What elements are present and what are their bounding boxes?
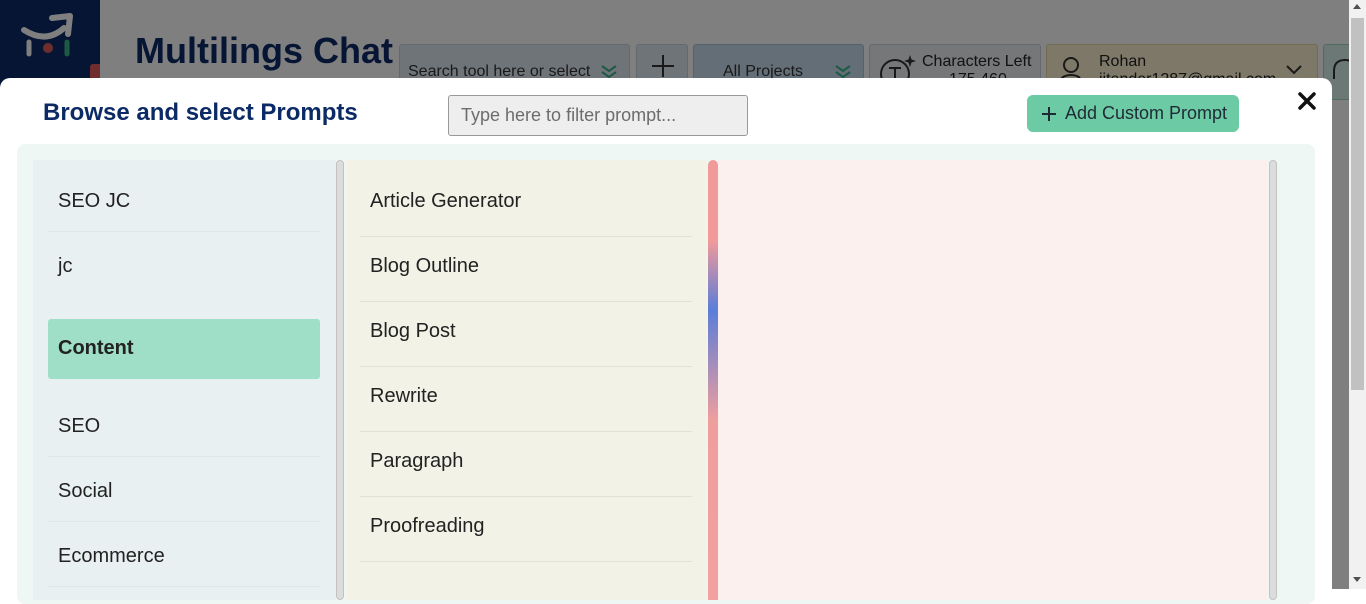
prompt-item[interactable]: Blog Post bbox=[360, 302, 692, 367]
category-scrollbar[interactable] bbox=[336, 160, 344, 600]
prompt-label: Blog Outline bbox=[370, 255, 479, 277]
modal-title: Browse and select Prompts bbox=[43, 99, 358, 126]
add-custom-prompt-label: Add Custom Prompt bbox=[1065, 103, 1228, 123]
prompts-modal: Browse and select Prompts Add Custom Pro… bbox=[0, 78, 1332, 604]
close-icon[interactable] bbox=[1297, 91, 1317, 111]
prompt-scrollbar[interactable] bbox=[708, 160, 718, 600]
filter-prompt-input[interactable] bbox=[448, 95, 748, 136]
category-label: jc bbox=[58, 255, 73, 277]
prompt-label: Proofreading bbox=[370, 515, 485, 537]
category-list: SEO JC jc Content SEO Social Ecommerce bbox=[33, 160, 336, 600]
prompt-label: Blog Post bbox=[370, 320, 456, 342]
category-item-active[interactable]: Content bbox=[48, 319, 320, 379]
page-scrollbar[interactable] bbox=[1349, 0, 1366, 589]
scroll-up-arrow-icon[interactable] bbox=[1353, 4, 1361, 9]
category-item[interactable]: SEO JC bbox=[48, 172, 320, 232]
page-scrollbar-thumb[interactable] bbox=[1351, 18, 1364, 390]
prompt-preview-panel bbox=[718, 160, 1267, 600]
scroll-down-arrow-icon[interactable] bbox=[1353, 577, 1361, 582]
prompt-label: Article Generator bbox=[370, 190, 522, 212]
category-label: SEO bbox=[58, 415, 101, 437]
prompt-item[interactable]: Rewrite bbox=[360, 367, 692, 432]
add-custom-prompt-button[interactable]: Add Custom Prompt bbox=[1027, 95, 1239, 132]
prompt-item[interactable]: Article Generator bbox=[360, 172, 692, 237]
prompt-list: Article Generator Blog Outline Blog Post… bbox=[346, 160, 707, 600]
category-item[interactable]: SEO bbox=[48, 397, 320, 457]
prompt-item[interactable]: Blog Outline bbox=[360, 237, 692, 302]
category-label: Content bbox=[58, 337, 134, 359]
category-label: SEO JC bbox=[58, 190, 131, 212]
prompt-label: Rewrite bbox=[370, 385, 438, 407]
prompt-browser: SEO JC jc Content SEO Social Ecommerce A… bbox=[17, 144, 1315, 604]
prompt-label: Paragraph bbox=[370, 450, 464, 472]
category-label: Ecommerce bbox=[58, 545, 165, 567]
category-item[interactable]: Ecommerce bbox=[48, 527, 320, 587]
prompt-item[interactable]: Proofreading bbox=[360, 497, 692, 562]
category-label: Social bbox=[58, 480, 113, 502]
prompt-item[interactable]: Paragraph bbox=[360, 432, 692, 497]
category-item[interactable]: jc bbox=[48, 237, 320, 297]
plus-icon bbox=[1042, 107, 1056, 121]
preview-scrollbar[interactable] bbox=[1269, 160, 1277, 600]
category-item[interactable]: Social bbox=[48, 462, 320, 522]
